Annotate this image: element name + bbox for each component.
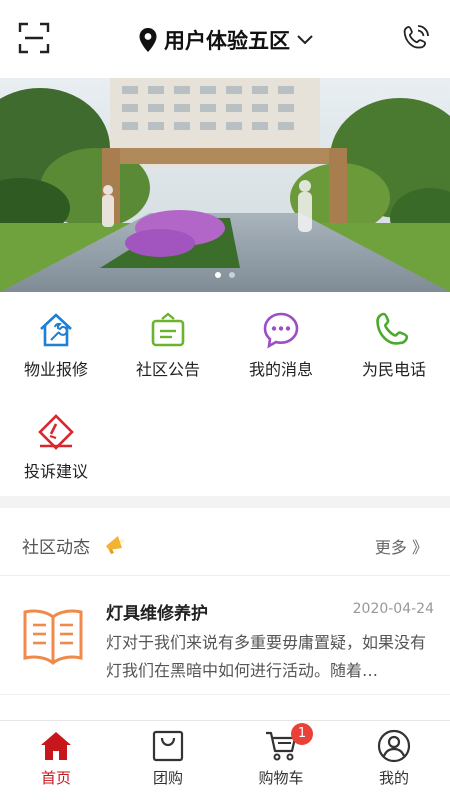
banner-image [0,78,450,292]
scan-icon[interactable] [18,22,50,54]
chevron-down-icon [297,35,313,45]
menu-item-citizen-hotline[interactable]: 为民电话 [338,298,450,388]
menu-item-community-notice[interactable]: 社区公告 [112,298,224,388]
section-title: 社区动态 [22,538,90,558]
more-link[interactable]: 更多 》 [375,534,428,558]
menu-label: 为民电话 [361,360,426,379]
community-news-header: 社区动态 更多 》 [0,508,450,576]
home-icon [41,732,71,760]
tab-profile[interactable]: 我的 [338,721,450,800]
house-wrench-icon [40,313,72,347]
community-selector[interactable]: 用户体验五区 [138,24,314,56]
news-item[interactable]: 灯具维修养护 2020-04-24 灯对于我们来说有多重要毋庸置疑，如果没有灯我… [0,577,450,695]
tab-home[interactable]: 首页 [0,721,112,800]
news-summary: 灯对于我们来说有多重要毋庸置疑，如果没有灯我们在黑暗中如何进行活动。随着… [106,633,427,680]
phone-icon [376,312,409,345]
tab-label: 首页 [40,769,71,787]
tab-group-buy[interactable]: 团购 [112,721,224,800]
user-icon [377,729,411,763]
cart-count-badge: 1 [291,723,313,745]
tab-label: 团购 [152,769,183,787]
location-pin-icon [139,28,157,52]
menu-item-property-repair[interactable]: 物业报修 [0,298,112,388]
shopping-bag-icon [152,730,184,762]
phone-icon[interactable] [402,24,430,52]
banner-carousel[interactable] [0,78,450,292]
notice-board-icon [151,312,185,347]
tab-label: 我的 [378,769,409,787]
community-name: 用户体验五区 [164,29,290,53]
menu-item-my-messages[interactable]: 我的消息 [225,298,337,388]
section-divider [0,496,450,508]
menu-label: 物业报修 [23,360,88,379]
complaint-icon [38,414,74,450]
megaphone-icon [106,536,124,554]
menu-label: 投诉建议 [23,462,88,481]
tab-cart[interactable]: 1 购物车 [225,721,337,800]
chat-bubble-icon [263,312,299,349]
menu-label: 我的消息 [248,360,313,379]
book-icon [23,609,83,665]
bottom-tab-bar: 首页 团购 1 购物车 我的 [0,720,450,800]
carousel-dot[interactable] [229,272,235,278]
news-title: 灯具维修养护 [106,604,208,624]
tab-label: 购物车 [258,769,304,787]
carousel-dot[interactable] [215,272,221,278]
menu-label: 社区公告 [135,360,200,379]
top-bar: 用户体验五区 [0,0,450,78]
news-date: 2020-04-24 [352,601,434,617]
menu-item-complaints[interactable]: 投诉建议 [0,400,112,490]
carousel-indicators [0,272,450,278]
